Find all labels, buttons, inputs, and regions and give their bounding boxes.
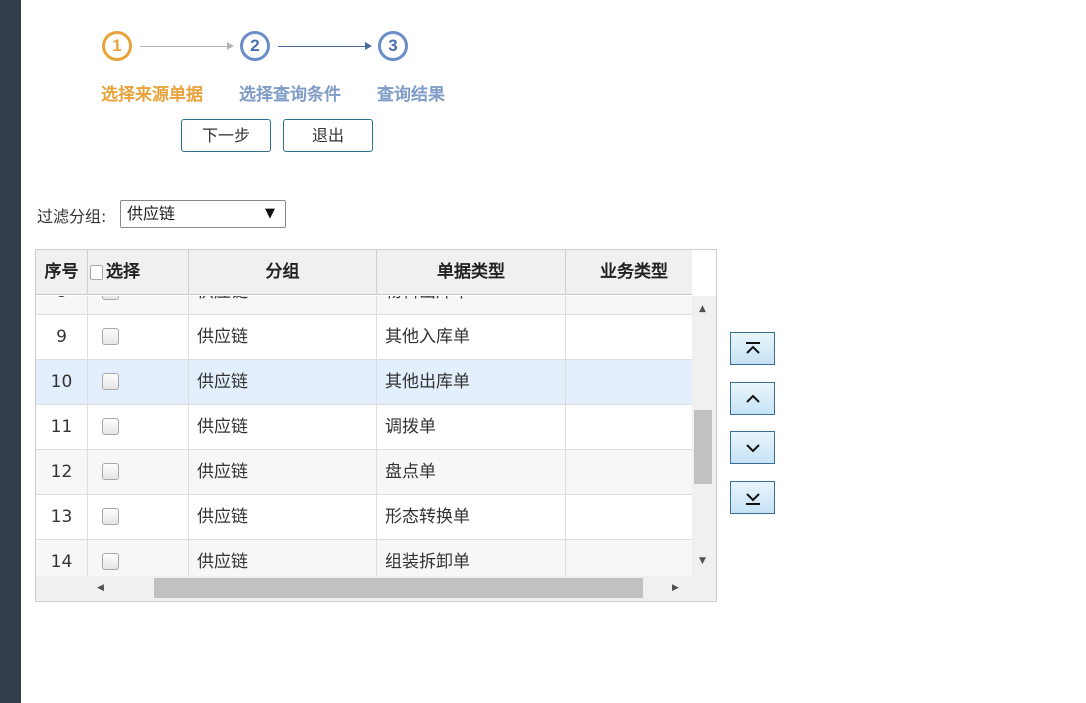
horizontal-scroll-thumb[interactable] xyxy=(154,578,643,598)
scroll-down-icon[interactable]: ▼ xyxy=(699,556,706,566)
row-checkbox[interactable] xyxy=(102,463,119,480)
table-row[interactable]: 14 供应链 组装拆卸单 xyxy=(36,540,692,576)
table-row[interactable]: 8 供应链物料出库单 xyxy=(36,296,692,315)
row-select-cell xyxy=(88,296,189,315)
row-checkbox[interactable] xyxy=(102,373,119,390)
scroll-up-icon[interactable]: ▲ xyxy=(699,304,706,314)
step-1-circle: 1 xyxy=(102,31,132,61)
row-seq: 10 xyxy=(36,360,88,405)
left-sidebar-strip xyxy=(0,0,21,703)
step-connector-1 xyxy=(140,46,228,47)
step-2-label: 选择查询条件 xyxy=(239,85,341,105)
table-row[interactable]: 9 供应链 其他入库单 xyxy=(36,315,692,360)
row-select-cell xyxy=(88,360,189,405)
vertical-scroll-thumb[interactable] xyxy=(694,410,712,484)
double-chevron-down-icon xyxy=(746,493,760,505)
column-header-doc-type[interactable]: 单据类型 xyxy=(377,250,566,295)
move-down-button[interactable] xyxy=(730,431,775,464)
row-doc-type: 其他出库单 xyxy=(377,360,566,405)
step-3-circle: 3 xyxy=(378,31,408,61)
row-select-cell xyxy=(88,405,189,450)
move-top-button[interactable] xyxy=(730,332,775,365)
row-doc-type: 盘点单 xyxy=(377,450,566,495)
column-header-select[interactable]: 选择 xyxy=(88,250,189,295)
row-select-cell xyxy=(88,315,189,360)
arrow-right-icon xyxy=(365,42,372,50)
row-biz-type xyxy=(566,296,692,315)
step-1-label: 选择来源单据 xyxy=(101,85,203,105)
row-select-cell xyxy=(88,450,189,495)
move-up-button[interactable] xyxy=(730,382,775,415)
row-group: 供应链 xyxy=(189,315,377,360)
row-biz-type xyxy=(566,495,692,540)
select-all-checkbox[interactable] xyxy=(90,265,103,280)
exit-button[interactable]: 退出 xyxy=(283,119,373,152)
row-checkbox[interactable] xyxy=(102,508,119,525)
column-header-seq: 序号 xyxy=(36,250,88,295)
step-3-label: 查询结果 xyxy=(377,85,445,105)
double-chevron-up-icon xyxy=(746,342,760,354)
row-group: 供应链 xyxy=(189,450,377,495)
row-select-cell xyxy=(88,495,189,540)
scroll-left-icon[interactable]: ◀ xyxy=(97,583,104,593)
row-doc-type: 其他入库单 xyxy=(377,315,566,360)
step-2-circle: 2 xyxy=(240,31,270,61)
row-checkbox[interactable] xyxy=(102,418,119,435)
row-group: 供应链 xyxy=(189,360,377,405)
row-biz-type xyxy=(566,540,692,576)
row-doc-type: 组装拆卸单 xyxy=(377,540,566,576)
chevron-down-icon xyxy=(746,444,760,453)
next-step-button[interactable]: 下一步 xyxy=(181,119,271,152)
row-checkbox[interactable] xyxy=(102,553,119,570)
row-biz-type xyxy=(566,450,692,495)
horizontal-scrollbar[interactable]: ◀ ▶ xyxy=(36,576,716,601)
column-header-group[interactable]: 分组 xyxy=(189,250,377,295)
row-doc-type: 形态转换单 xyxy=(377,495,566,540)
scroll-right-icon[interactable]: ▶ xyxy=(672,583,679,593)
arrow-right-icon xyxy=(227,42,234,50)
filter-selected-value: 供应链 xyxy=(127,204,176,223)
column-header-biz-type[interactable]: 业务类型 xyxy=(566,250,692,295)
row-biz-type xyxy=(566,315,692,360)
table-row[interactable]: 10 供应链 其他出库单 xyxy=(36,360,692,405)
grid-body: 8供应链物料出库单9供应链其他入库单10供应链其他出库单11供应链调拨单12供应… xyxy=(36,296,692,576)
row-biz-type xyxy=(566,405,692,450)
row-group: 供应链 xyxy=(189,495,377,540)
row-doc-type: 物料出库单 xyxy=(377,296,566,315)
table-row[interactable]: 13 供应链 形态转换单 xyxy=(36,495,692,540)
row-checkbox[interactable] xyxy=(102,328,119,345)
row-seq: 11 xyxy=(36,405,88,450)
row-group: 供应链 xyxy=(189,296,377,315)
step-connector-2 xyxy=(278,46,366,47)
filter-group-select[interactable]: 供应链 ▼ xyxy=(120,200,286,228)
table-row[interactable]: 11 供应链 调拨单 xyxy=(36,405,692,450)
move-bottom-button[interactable] xyxy=(730,481,775,514)
dropdown-arrow-icon: ▼ xyxy=(265,206,275,221)
row-group: 供应链 xyxy=(189,540,377,576)
row-group: 供应链 xyxy=(189,405,377,450)
grid-header: 序号 选择 分组 单据类型 业务类型 xyxy=(36,250,692,295)
row-biz-type xyxy=(566,360,692,405)
filter-group-label: 过滤分组: xyxy=(37,207,107,226)
vertical-scrollbar[interactable]: ▲ ▼ xyxy=(692,296,716,576)
document-type-grid: 序号 选择 分组 单据类型 业务类型 8供应链物料出库单9供应链其他入库单10供… xyxy=(35,249,717,602)
table-row[interactable]: 12 供应链 盘点单 xyxy=(36,450,692,495)
row-seq: 8 xyxy=(36,296,88,315)
row-seq: 13 xyxy=(36,495,88,540)
row-seq: 9 xyxy=(36,315,88,360)
row-seq: 12 xyxy=(36,450,88,495)
chevron-up-icon xyxy=(746,394,760,403)
row-checkbox[interactable] xyxy=(102,296,119,300)
row-select-cell xyxy=(88,540,189,576)
row-seq: 14 xyxy=(36,540,88,576)
row-doc-type: 调拨单 xyxy=(377,405,566,450)
